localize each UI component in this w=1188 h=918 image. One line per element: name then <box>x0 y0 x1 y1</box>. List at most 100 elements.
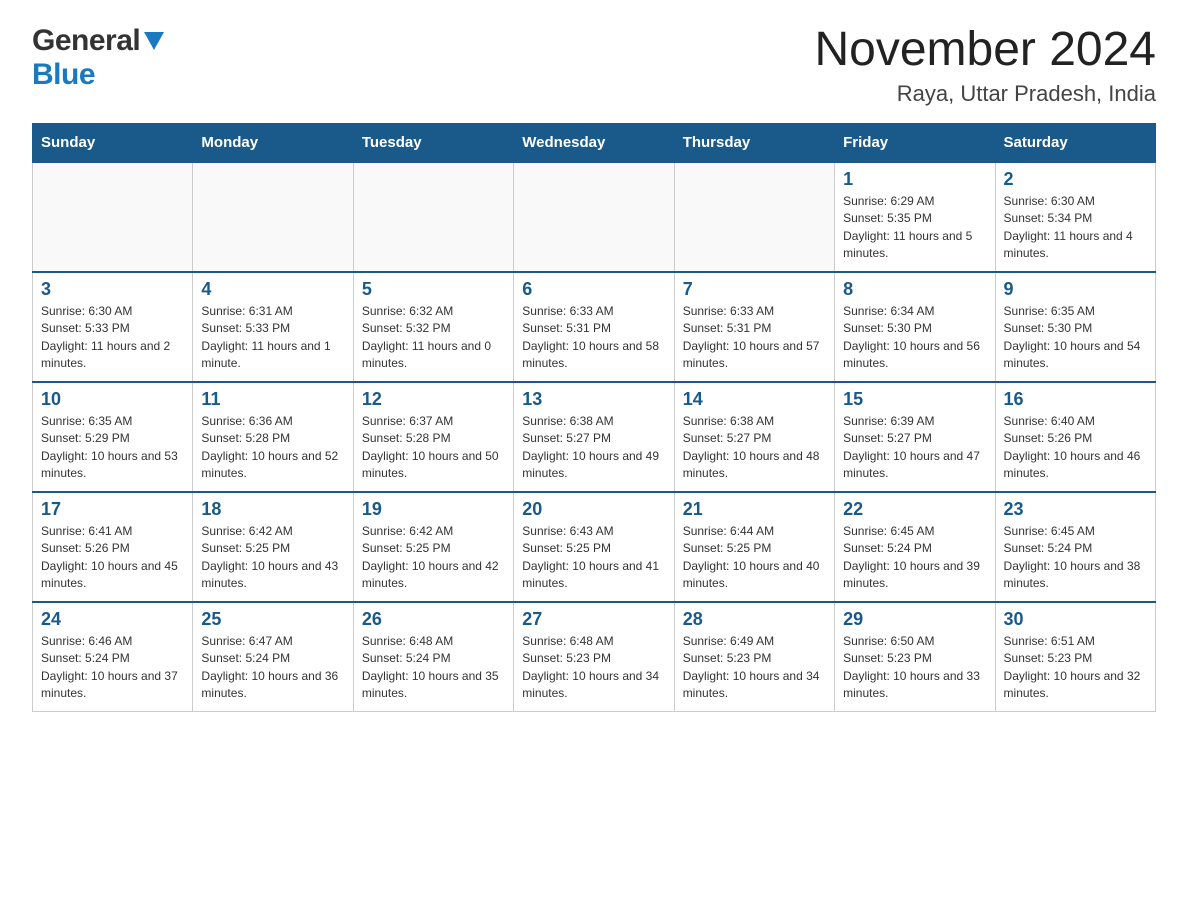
header-day-sunday: Sunday <box>33 123 193 162</box>
calendar-cell: 28 Sunrise: 6:49 AM Sunset: 5:23 PM Dayli… <box>674 602 834 712</box>
calendar-table: SundayMondayTuesdayWednesdayThursdayFrid… <box>32 123 1156 713</box>
calendar-cell: 22 Sunrise: 6:45 AM Sunset: 5:24 PM Dayli… <box>835 492 995 602</box>
day-number: 5 <box>362 279 505 300</box>
week-row-4: 17 Sunrise: 6:41 AM Sunset: 5:26 PM Dayli… <box>33 492 1156 602</box>
logo-general-text: General <box>32 24 140 58</box>
day-info: Sunrise: 6:48 AM Sunset: 5:24 PM Dayligh… <box>362 633 505 703</box>
day-info: Sunrise: 6:42 AM Sunset: 5:25 PM Dayligh… <box>362 523 505 593</box>
day-info: Sunrise: 6:45 AM Sunset: 5:24 PM Dayligh… <box>843 523 986 593</box>
day-info: Sunrise: 6:30 AM Sunset: 5:34 PM Dayligh… <box>1004 193 1147 263</box>
calendar-cell: 25Sunrise: 6:47 AM Sunset: 5:24 PM Dayli… <box>193 602 353 712</box>
day-info: Sunrise: 6:50 AM Sunset: 5:23 PM Dayligh… <box>843 633 986 703</box>
calendar-cell: 29 Sunrise: 6:50 AM Sunset: 5:23 PM Dayli… <box>835 602 995 712</box>
day-info: Sunrise: 6:34 AM Sunset: 5:30 PM Dayligh… <box>843 303 986 373</box>
logo-blue-text: Blue <box>32 58 95 91</box>
header-day-thursday: Thursday <box>674 123 834 162</box>
calendar-cell: 16Sunrise: 6:40 AM Sunset: 5:26 PM Dayli… <box>995 382 1155 492</box>
day-number: 19 <box>362 499 505 520</box>
calendar-cell: 24Sunrise: 6:46 AM Sunset: 5:24 PM Dayli… <box>33 602 193 712</box>
day-number: 17 <box>41 499 184 520</box>
day-info: Sunrise: 6:43 AM Sunset: 5:25 PM Dayligh… <box>522 523 665 593</box>
month-title: November 2024 <box>814 24 1156 77</box>
calendar-cell: 26 Sunrise: 6:48 AM Sunset: 5:24 PM Dayli… <box>353 602 513 712</box>
day-number: 28 <box>683 609 826 630</box>
day-number: 12 <box>362 389 505 410</box>
day-number: 23 <box>1004 499 1147 520</box>
day-number: 26 <box>362 609 505 630</box>
calendar-cell: 2Sunrise: 6:30 AM Sunset: 5:34 PM Daylig… <box>995 162 1155 272</box>
day-number: 22 <box>843 499 986 520</box>
calendar-cell: 3 Sunrise: 6:30 AM Sunset: 5:33 PM Daylig… <box>33 272 193 382</box>
calendar-cell: 8 Sunrise: 6:34 AM Sunset: 5:30 PM Daylig… <box>835 272 995 382</box>
calendar-cell: 10 Sunrise: 6:35 AM Sunset: 5:29 PM Dayli… <box>33 382 193 492</box>
title-section: November 2024 Raya, Uttar Pradesh, India <box>814 24 1156 107</box>
header-day-monday: Monday <box>193 123 353 162</box>
day-info: Sunrise: 6:30 AM Sunset: 5:33 PM Dayligh… <box>41 303 184 373</box>
day-number: 30 <box>1004 609 1147 630</box>
day-number: 14 <box>683 389 826 410</box>
day-number: 8 <box>843 279 986 300</box>
calendar-cell: 11 Sunrise: 6:36 AM Sunset: 5:28 PM Dayli… <box>193 382 353 492</box>
day-info: Sunrise: 6:32 AM Sunset: 5:32 PM Dayligh… <box>362 303 505 373</box>
calendar-cell: 27Sunrise: 6:48 AM Sunset: 5:23 PM Dayli… <box>514 602 674 712</box>
calendar-cell: 7Sunrise: 6:33 AM Sunset: 5:31 PM Daylig… <box>674 272 834 382</box>
day-number: 10 <box>41 389 184 410</box>
day-info: Sunrise: 6:38 AM Sunset: 5:27 PM Dayligh… <box>683 413 826 483</box>
calendar-cell: 6 Sunrise: 6:33 AM Sunset: 5:31 PM Daylig… <box>514 272 674 382</box>
calendar-cell <box>674 162 834 272</box>
calendar-cell <box>514 162 674 272</box>
week-row-3: 10 Sunrise: 6:35 AM Sunset: 5:29 PM Dayli… <box>33 382 1156 492</box>
day-number: 11 <box>201 389 344 410</box>
day-number: 1 <box>843 169 986 190</box>
day-number: 7 <box>683 279 826 300</box>
week-row-5: 24Sunrise: 6:46 AM Sunset: 5:24 PM Dayli… <box>33 602 1156 712</box>
day-info: Sunrise: 6:42 AM Sunset: 5:25 PM Dayligh… <box>201 523 344 593</box>
day-number: 21 <box>683 499 826 520</box>
day-number: 15 <box>843 389 986 410</box>
calendar-cell: 14 Sunrise: 6:38 AM Sunset: 5:27 PM Dayli… <box>674 382 834 492</box>
calendar-cell: 18 Sunrise: 6:42 AM Sunset: 5:25 PM Dayli… <box>193 492 353 602</box>
calendar-cell <box>193 162 353 272</box>
day-info: Sunrise: 6:49 AM Sunset: 5:23 PM Dayligh… <box>683 633 826 703</box>
day-info: Sunrise: 6:35 AM Sunset: 5:30 PM Dayligh… <box>1004 303 1147 373</box>
logo: General Blue <box>32 24 164 92</box>
day-info: Sunrise: 6:41 AM Sunset: 5:26 PM Dayligh… <box>41 523 184 593</box>
calendar-cell: 17 Sunrise: 6:41 AM Sunset: 5:26 PM Dayli… <box>33 492 193 602</box>
day-number: 16 <box>1004 389 1147 410</box>
day-number: 13 <box>522 389 665 410</box>
header-day-friday: Friday <box>835 123 995 162</box>
day-info: Sunrise: 6:37 AM Sunset: 5:28 PM Dayligh… <box>362 413 505 483</box>
day-info: Sunrise: 6:36 AM Sunset: 5:28 PM Dayligh… <box>201 413 344 483</box>
day-info: Sunrise: 6:46 AM Sunset: 5:24 PM Dayligh… <box>41 633 184 703</box>
day-info: Sunrise: 6:38 AM Sunset: 5:27 PM Dayligh… <box>522 413 665 483</box>
day-number: 3 <box>41 279 184 300</box>
day-info: Sunrise: 6:44 AM Sunset: 5:25 PM Dayligh… <box>683 523 826 593</box>
day-number: 18 <box>201 499 344 520</box>
calendar-cell: 12 Sunrise: 6:37 AM Sunset: 5:28 PM Dayli… <box>353 382 513 492</box>
day-number: 29 <box>843 609 986 630</box>
day-number: 4 <box>201 279 344 300</box>
day-number: 25 <box>201 609 344 630</box>
calendar-cell: 23 Sunrise: 6:45 AM Sunset: 5:24 PM Dayli… <box>995 492 1155 602</box>
day-number: 20 <box>522 499 665 520</box>
day-number: 6 <box>522 279 665 300</box>
day-info: Sunrise: 6:39 AM Sunset: 5:27 PM Dayligh… <box>843 413 986 483</box>
calendar-cell: 9 Sunrise: 6:35 AM Sunset: 5:30 PM Daylig… <box>995 272 1155 382</box>
header-day-tuesday: Tuesday <box>353 123 513 162</box>
calendar-cell <box>33 162 193 272</box>
week-row-2: 3 Sunrise: 6:30 AM Sunset: 5:33 PM Daylig… <box>33 272 1156 382</box>
header-day-saturday: Saturday <box>995 123 1155 162</box>
day-info: Sunrise: 6:48 AM Sunset: 5:23 PM Dayligh… <box>522 633 665 703</box>
calendar-cell: 30Sunrise: 6:51 AM Sunset: 5:23 PM Dayli… <box>995 602 1155 712</box>
day-number: 9 <box>1004 279 1147 300</box>
day-info: Sunrise: 6:33 AM Sunset: 5:31 PM Dayligh… <box>522 303 665 373</box>
day-info: Sunrise: 6:31 AM Sunset: 5:33 PM Dayligh… <box>201 303 344 373</box>
day-info: Sunrise: 6:35 AM Sunset: 5:29 PM Dayligh… <box>41 413 184 483</box>
header-row: SundayMondayTuesdayWednesdayThursdayFrid… <box>33 123 1156 162</box>
header-day-wednesday: Wednesday <box>514 123 674 162</box>
day-info: Sunrise: 6:29 AM Sunset: 5:35 PM Dayligh… <box>843 193 986 263</box>
calendar-cell: 13 Sunrise: 6:38 AM Sunset: 5:27 PM Dayli… <box>514 382 674 492</box>
calendar-cell: 5 Sunrise: 6:32 AM Sunset: 5:32 PM Daylig… <box>353 272 513 382</box>
calendar-cell: 4 Sunrise: 6:31 AM Sunset: 5:33 PM Daylig… <box>193 272 353 382</box>
day-info: Sunrise: 6:45 AM Sunset: 5:24 PM Dayligh… <box>1004 523 1147 593</box>
